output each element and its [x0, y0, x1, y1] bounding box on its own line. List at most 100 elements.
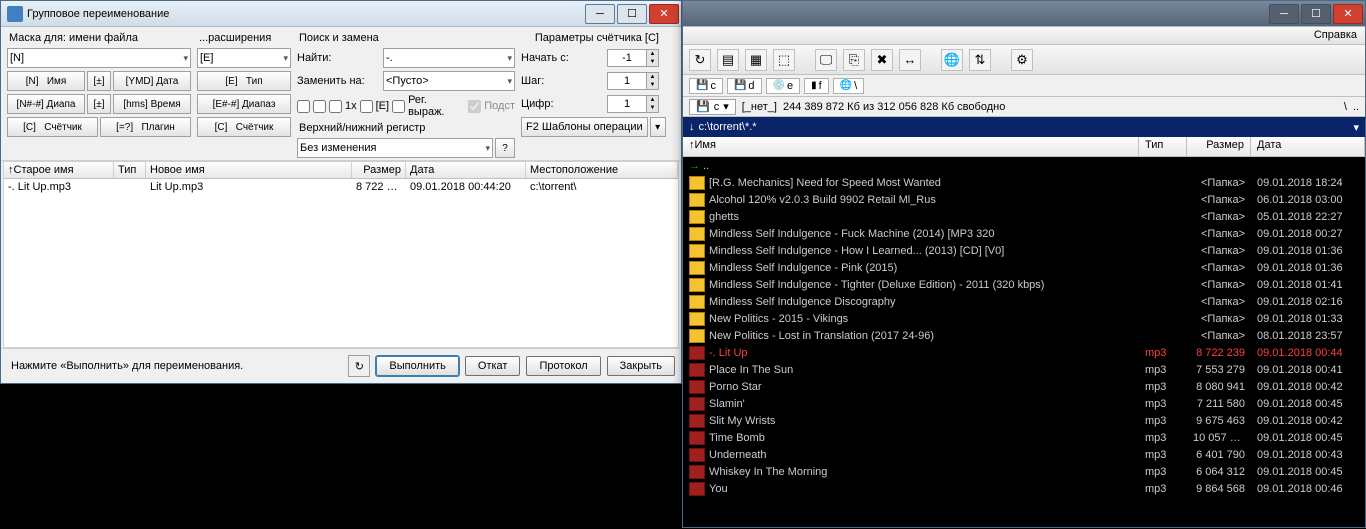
main-close[interactable]: ✕ [1333, 4, 1363, 24]
fh-name[interactable]: ↑Имя [683, 137, 1139, 156]
file-row[interactable]: -. Lit Upmp38 722 23909.01.2018 00:44 [683, 344, 1365, 361]
mask-btn-plusminus2[interactable]: [±] [87, 94, 111, 114]
col-date[interactable]: Дата [406, 162, 526, 178]
reload-button[interactable]: ↻ [348, 355, 370, 377]
close-button[interactable]: ✕ [649, 4, 679, 24]
fh-size[interactable]: Размер [1187, 137, 1251, 156]
digits-up[interactable]: ▲ [647, 96, 658, 104]
chk-1x[interactable] [329, 100, 342, 113]
path-bar[interactable]: ↓c:\torrent\*.* ▾ [683, 117, 1365, 137]
tb-move-icon[interactable]: ↔ [899, 49, 921, 71]
tb-tree-icon[interactable]: ⬚ [773, 49, 795, 71]
drive-e[interactable]: 💿e [766, 78, 801, 94]
case-combo[interactable]: Без изменения [297, 138, 493, 158]
chk-regex[interactable] [392, 100, 405, 113]
drive-c[interactable]: 💾c [689, 78, 723, 94]
file-row[interactable]: Yoump39 864 56809.01.2018 00:46 [683, 480, 1365, 497]
tb-grid-icon[interactable]: ▦ [745, 49, 767, 71]
tb-ftp-icon[interactable]: ⇅ [969, 49, 991, 71]
run-button[interactable]: Выполнить [376, 356, 458, 376]
fh-date[interactable]: Дата [1251, 137, 1365, 156]
file-row[interactable]: New Politics - 2015 - Vikings<Папка>09.0… [683, 310, 1365, 327]
mask-btn-counter[interactable]: [C] Счётчик [7, 117, 98, 137]
file-row[interactable]: New Politics - Lost in Translation (2017… [683, 327, 1365, 344]
digits-input[interactable] [607, 95, 647, 113]
file-row[interactable]: Porno Starmp38 080 94109.01.2018 00:42 [683, 378, 1365, 395]
start-input[interactable] [607, 49, 647, 67]
digits-down[interactable]: ▼ [647, 104, 658, 112]
file-row[interactable]: Mindless Self Indulgence - Fuck Machine … [683, 225, 1365, 242]
mask-btn-plugin[interactable]: [=?] Плагин [100, 117, 191, 137]
file-row[interactable]: Mindless Self Indulgence - Tighter (Delu… [683, 276, 1365, 293]
drive-f[interactable]: ▮f [804, 78, 829, 94]
chk-e[interactable] [360, 100, 373, 113]
file-row[interactable]: Slamin'mp37 211 58009.01.2018 00:45 [683, 395, 1365, 412]
tb-copy-icon[interactable]: ⎘ [843, 49, 865, 71]
col-type[interactable]: Тип [114, 162, 146, 178]
help-menu[interactable]: Справка [1314, 29, 1357, 41]
file-list[interactable]: → .. [R.G. Mechanics] Need for Speed Mos… [683, 157, 1365, 527]
maximize-button[interactable]: ☐ [617, 4, 647, 24]
templates-button[interactable]: F2 Шаблоны операции [521, 117, 648, 137]
find-combo[interactable]: -. [383, 48, 515, 68]
replace-combo[interactable]: <Пусто> [383, 71, 515, 91]
mask-btn-range[interactable]: [N#-#] Диапа [7, 94, 85, 114]
main-titlebar[interactable]: ─ ☐ ✕ [683, 1, 1365, 27]
tb-view-icon[interactable]: 🖵 [815, 49, 837, 71]
step-up[interactable]: ▲ [647, 73, 658, 81]
close-dialog-button[interactable]: Закрыть [607, 356, 675, 376]
file-row[interactable]: Underneathmp36 401 79009.01.2018 00:43 [683, 446, 1365, 463]
chk-unknown1[interactable] [297, 100, 310, 113]
main-minimize[interactable]: ─ [1269, 4, 1299, 24]
file-row[interactable]: Alcohol 120% v2.0.3 Build 9902 Retail Ml… [683, 191, 1365, 208]
col-loc[interactable]: Местоположение [526, 162, 678, 178]
mask-ext-combo[interactable]: [E] [197, 48, 291, 68]
col-old[interactable]: ↑Старое имя [4, 162, 114, 178]
dots[interactable]: .. [1353, 101, 1359, 113]
fh-type[interactable]: Тип [1139, 137, 1187, 156]
net-indicator[interactable]: \ [1344, 101, 1347, 113]
file-row[interactable]: Time Bombmp310 057 88609.01.2018 00:45 [683, 429, 1365, 446]
file-row[interactable]: [R.G. Mechanics] Need for Speed Most Wan… [683, 174, 1365, 191]
case-help-button[interactable]: ? [495, 138, 515, 158]
file-row[interactable]: Mindless Self Indulgence - Pink (2015)<П… [683, 259, 1365, 276]
drive-combo[interactable]: 💾 c ▾ [689, 99, 736, 115]
start-down[interactable]: ▼ [647, 58, 658, 66]
file-row[interactable]: ghetts<Папка>05.01.2018 22:27 [683, 208, 1365, 225]
step-down[interactable]: ▼ [647, 81, 658, 89]
ext-btn-range[interactable]: [E#-#] Диапаз [197, 94, 291, 114]
dialog-titlebar[interactable]: Групповое переименование ─ ☐ ✕ [1, 1, 681, 27]
main-maximize[interactable]: ☐ [1301, 4, 1331, 24]
mask-btn-n[interactable]: [N] Имя [7, 71, 85, 91]
drive-d[interactable]: 💾d [727, 78, 762, 94]
tb-network-icon[interactable]: 🌐 [941, 49, 963, 71]
col-new[interactable]: Новое имя [146, 162, 352, 178]
mask-filename-combo[interactable]: [N] [7, 48, 191, 68]
file-row[interactable]: Place In The Sunmp37 553 27909.01.2018 0… [683, 361, 1365, 378]
file-row[interactable]: Mindless Self Indulgence - How I Learned… [683, 242, 1365, 259]
mask-btn-hms[interactable]: [hms] Время [113, 94, 191, 114]
mask-btn-plusminus1[interactable]: [±] [87, 71, 111, 91]
col-size[interactable]: Размер [352, 162, 406, 178]
tb-refresh-icon[interactable]: ↻ [689, 49, 711, 71]
tb-delete-icon[interactable]: ✖ [871, 49, 893, 71]
undo-button[interactable]: Откат [465, 356, 521, 376]
drive-net[interactable]: 🌐\ [833, 78, 865, 94]
up-dir-row[interactable]: → .. [683, 157, 1365, 174]
tb-settings-icon[interactable]: ⚙ [1011, 49, 1033, 71]
mask-btn-ymd[interactable]: [YMD] Дата [113, 71, 191, 91]
file-row[interactable]: Slit My Wristsmp39 675 46309.01.2018 00:… [683, 412, 1365, 429]
path-dropdown-icon[interactable]: ▾ [1353, 121, 1359, 134]
ext-btn-e[interactable]: [E] Тип [197, 71, 291, 91]
templates-dropdown[interactable]: ▾ [650, 117, 666, 137]
grid-row[interactable]: -. Lit Up.mp3 Lit Up.mp3 8 722 239 09.01… [4, 179, 678, 195]
minimize-button[interactable]: ─ [585, 4, 615, 24]
file-row[interactable]: Mindless Self Indulgence Discography<Пап… [683, 293, 1365, 310]
chk-unknown2[interactable] [313, 100, 326, 113]
step-input[interactable] [607, 72, 647, 90]
tb-cards-icon[interactable]: ▤ [717, 49, 739, 71]
log-button[interactable]: Протокол [526, 356, 600, 376]
start-up[interactable]: ▲ [647, 50, 658, 58]
ext-btn-counter[interactable]: [C] Счётчик [197, 117, 291, 137]
file-row[interactable]: Whiskey In The Morningmp36 064 31209.01.… [683, 463, 1365, 480]
